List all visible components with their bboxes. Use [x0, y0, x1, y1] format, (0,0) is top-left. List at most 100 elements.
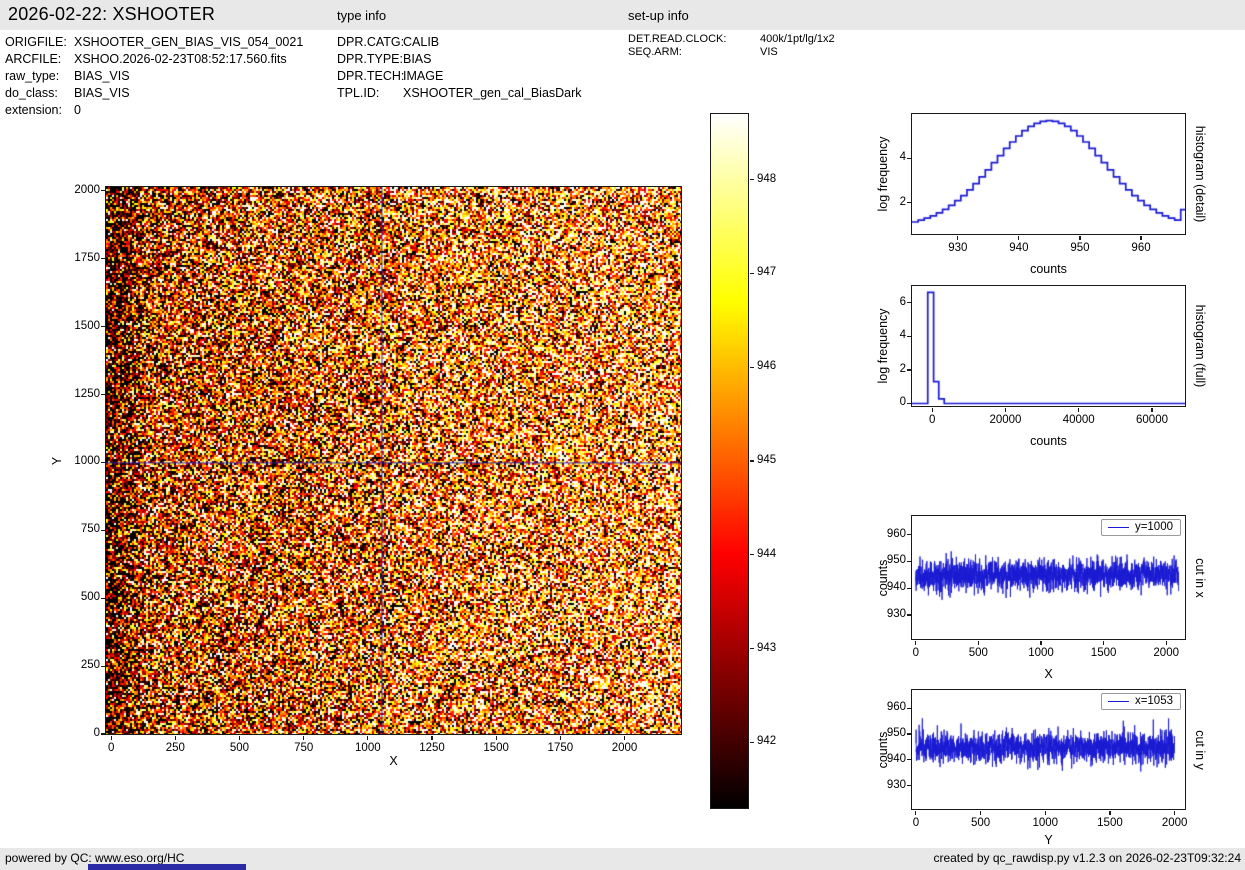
field-label: ORIGFILE:	[5, 35, 67, 49]
histogram-detail-xlabel: counts	[1030, 262, 1067, 276]
tick-mark	[906, 402, 911, 405]
tick-mark	[1044, 811, 1046, 815]
tick-mark	[977, 641, 979, 645]
tick-mark	[957, 236, 959, 240]
legend-line-sample	[1107, 700, 1129, 702]
footer-powered-by: powered by QC: www.eso.org/HC	[5, 851, 185, 865]
tick-label: 0	[928, 414, 936, 426]
tick-mark	[1079, 236, 1081, 240]
field-label: DPR.TECH:	[337, 69, 405, 83]
tick-label: 943	[757, 641, 777, 654]
field-value: BIAS	[403, 52, 432, 66]
tick-label: 500	[80, 591, 100, 604]
tick-mark	[906, 759, 911, 761]
tick-mark	[750, 460, 754, 462]
tick-mark	[100, 665, 105, 667]
tick-label: 4	[899, 329, 906, 342]
tick-label: 6	[899, 295, 906, 308]
tick-mark	[1004, 408, 1007, 412]
tick-label: 60000	[1136, 414, 1168, 426]
cut-in-x-plot: counts X cut in x y=1000 0 500 1000 1500 200…	[876, 515, 1207, 681]
tick-mark	[303, 736, 305, 740]
tick-label: 0	[107, 742, 115, 754]
tick-label: 944	[757, 547, 777, 560]
type-info-heading: type info	[337, 8, 387, 23]
tick-label: 1500	[483, 742, 509, 754]
footer-created-by: created by qc_rawdisp.py v1.2.3 on 2026-…	[933, 851, 1241, 865]
tick-mark	[750, 647, 754, 650]
tick-label: 930	[948, 242, 968, 254]
tick-mark	[750, 366, 754, 368]
field-value: BIAS_VIS	[74, 86, 130, 100]
colorbar: 942 943 944 945 946 947 948	[710, 113, 776, 809]
histogram-full-side-label: histogram (full)	[1193, 304, 1207, 388]
meta-row-readclock: DET.READ.CLOCK: 400k/1pt/lg/1x2	[628, 33, 835, 46]
tick-label: 1000	[74, 455, 100, 468]
tick-mark	[906, 534, 911, 536]
tick-mark	[1018, 236, 1020, 240]
field-label: SEQ.ARM:	[628, 46, 682, 58]
tick-mark	[915, 811, 917, 815]
field-label: extension:	[5, 103, 62, 117]
raw-image-plot: Y X 0 250 500 750 1000 1250 1500 1750 2000 0 250 50…	[50, 184, 682, 768]
tick-label: 945	[757, 454, 777, 466]
tick-mark	[906, 733, 911, 735]
tick-mark	[979, 811, 982, 815]
tick-mark	[100, 326, 105, 328]
tick-mark	[906, 614, 911, 616]
tick-mark	[906, 302, 911, 304]
tick-label: 2000	[1161, 817, 1188, 829]
histogram-full-plot: log frequency counts histogram (full) 02…	[876, 285, 1207, 448]
tick-mark	[100, 461, 105, 463]
tick-mark	[750, 741, 754, 743]
tick-mark	[915, 641, 917, 645]
field-value: XSHOOTER_GEN_BIAS_VIS_054_0021	[74, 35, 304, 49]
tick-mark	[906, 369, 911, 371]
meta-row-rawtype: raw_type: BIAS_VIS	[5, 68, 130, 84]
histogram-detail-plot: log frequency counts histogram (detail) …	[876, 113, 1207, 276]
tick-label: 950	[1070, 242, 1090, 254]
field-value: IMAGE	[403, 69, 444, 83]
tick-label: 1000	[1028, 647, 1054, 659]
tick-label: 0	[912, 817, 920, 829]
tick-label: 1500	[1097, 817, 1123, 829]
cut-in-y-side-label: cut in y	[1193, 729, 1207, 770]
field-label: TPL.ID:	[337, 86, 380, 100]
tick-label: 2000	[74, 183, 100, 196]
tick-label: 946	[757, 360, 777, 373]
tick-label: 1250	[74, 387, 100, 400]
tick-label: 0	[912, 647, 919, 659]
tick-label: 1750	[74, 251, 100, 264]
tick-label: 500	[970, 817, 991, 829]
tick-mark	[1109, 811, 1111, 815]
tick-label: 947	[757, 266, 777, 279]
meta-row-seqarm: SEQ.ARM: VIS	[628, 46, 778, 59]
tick-label: 1000	[1032, 817, 1059, 829]
footer-accent-bar	[88, 864, 246, 870]
legend-label: x=1053	[1134, 695, 1173, 707]
tick-label: 750	[294, 742, 314, 754]
meta-row-extension: extension: 0	[5, 102, 81, 118]
tick-mark	[1040, 641, 1042, 645]
tick-label: 1750	[547, 742, 574, 754]
tick-label: 960	[1131, 242, 1151, 254]
meta-row-dprtype: DPR.TYPE:BIAS	[337, 51, 432, 67]
tick-label: 0	[93, 727, 100, 739]
tick-label: 2000	[1153, 647, 1179, 659]
field-value: XSHOOTER_gen_cal_BiasDark	[403, 86, 582, 100]
tick-label: 2	[899, 362, 906, 375]
field-value: CALIB	[403, 35, 440, 49]
qc-report-page: 2026-02-22: XSHOOTER type info set-up in…	[0, 0, 1245, 870]
tick-label: 0	[899, 396, 906, 409]
tick-mark	[238, 736, 241, 740]
tick-label: 250	[165, 742, 185, 754]
tick-mark	[367, 736, 369, 740]
tick-mark	[431, 736, 433, 740]
tick-label: 960	[886, 527, 906, 540]
raw-image-canvas	[106, 187, 681, 734]
tick-mark	[906, 335, 911, 337]
tick-mark	[906, 202, 911, 204]
histogram-detail-side-label: histogram (detail)	[1193, 125, 1207, 223]
field-value: XSHOO.2026-02-23T08:52:17.560.fits	[74, 52, 287, 66]
field-label: DET.READ.CLOCK:	[628, 33, 727, 45]
